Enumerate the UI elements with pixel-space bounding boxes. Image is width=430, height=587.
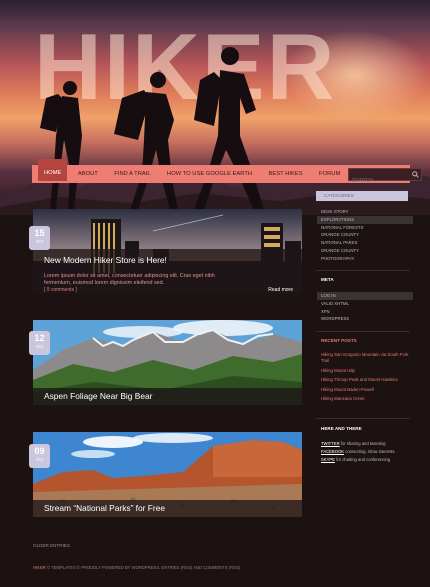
recent-posts-list: Hiking San Gorgonio Mountain via South F…: [321, 352, 413, 406]
nav-item-google-earth[interactable]: HOW TO USE GOOGLE EARTH: [161, 165, 258, 183]
post-date-month: Oct: [35, 239, 43, 244]
categories-header: CATEGORIES: [316, 191, 408, 201]
post-date-day: 15: [34, 228, 45, 238]
divider: [316, 270, 410, 271]
skype-desc: for chatting and conferencing: [336, 456, 391, 462]
post-comments-link[interactable]: [ 9 comments ]: [44, 287, 77, 293]
footer: HIKER © TEMPLATES © PROUDLY POWERED BY W…: [33, 565, 240, 570]
footer-brand: HIKER: [33, 565, 46, 570]
read-more-link[interactable]: Read more: [268, 287, 293, 293]
post-card: New Modern Hiker Store is Here! Lorem ip…: [33, 209, 302, 294]
categories-list: DESK STORY EXPLORATIONS NATIONAL FORESTS…: [317, 208, 413, 263]
search-box: [348, 168, 422, 187]
post-date-badge: 09 Oct: [29, 444, 50, 468]
category-item[interactable]: PHOTOGRAPHY: [321, 255, 413, 263]
meta-list: LOG IN VALID XHTML XFN WORDPRESS: [317, 292, 413, 323]
recent-post-link[interactable]: Hiking San Gorgonio Mountain via South F…: [321, 352, 413, 368]
footer-text: © TEMPLATES © PROUDLY POWERED BY WORDPRE…: [46, 565, 241, 570]
nav-item-best-hikes[interactable]: BEST HIKES: [263, 165, 309, 183]
post-date-day: 09: [34, 446, 45, 456]
twitter-desc: for sharing and tweeting: [340, 441, 386, 446]
post-title[interactable]: Aspen Foliage Near Big Bear: [44, 391, 152, 401]
category-item[interactable]: EXPLORATIONS: [317, 215, 413, 224]
post-date-day: 12: [34, 333, 45, 343]
older-entries-link[interactable]: OLDER ENTRIES: [33, 543, 70, 548]
post-date-badge: 12 Oct: [29, 331, 50, 355]
social-link-skype: SKYPE for chatting and conferencing: [321, 456, 411, 464]
nav-item-find-a-trail[interactable]: FIND A TRAIL: [108, 165, 156, 183]
post-title[interactable]: Stream “National Parks” for Free: [44, 503, 165, 513]
post-date-month: Oct: [35, 457, 43, 462]
recent-post-link[interactable]: Hiking Mount Baden-Powell: [321, 387, 413, 397]
category-item[interactable]: ORANGE COUNTY: [321, 247, 413, 255]
twitter-link[interactable]: TWITTER: [321, 441, 340, 446]
category-item[interactable]: DESK STORY: [321, 208, 413, 216]
social-link-facebook: FACEBOOK connecting, show interests: [321, 448, 411, 456]
skype-link[interactable]: SKYPE: [321, 457, 335, 462]
post-date-month: Oct: [35, 344, 43, 349]
social-link-twitter: TWITTER for sharing and tweeting: [321, 440, 411, 448]
post-date-badge: 15 Oct: [29, 226, 50, 250]
category-item[interactable]: NATIONAL PARKS: [321, 239, 413, 247]
recent-post-link[interactable]: Hiking Manzana Creek: [321, 396, 413, 406]
categories-title: CATEGORIES: [324, 193, 354, 198]
nav-item-about[interactable]: ABOUT: [72, 165, 104, 183]
meta-item-xfn[interactable]: XFN: [321, 308, 413, 316]
hikers-silhouette: [40, 47, 264, 210]
recent-posts-title: RECENT POSTS: [321, 338, 357, 343]
meta-item-wordpress[interactable]: WORDPRESS: [321, 315, 413, 323]
post-caption: Aspen Foliage Near Big Bear: [33, 388, 302, 405]
meta-title: META: [321, 277, 334, 282]
post-card: Aspen Foliage Near Big Bear: [33, 320, 302, 405]
category-item[interactable]: ORANGE COUNTY: [321, 231, 413, 239]
post-caption: New Modern Hiker Store is Here! Lorem ip…: [33, 249, 302, 294]
recent-post-link[interactable]: Hiking Mount Islip: [321, 368, 413, 378]
divider: [316, 418, 410, 419]
main-navigation: HOME ABOUT FIND A TRAIL HOW TO USE GOOGL…: [32, 159, 422, 187]
category-item[interactable]: NATIONAL FORESTS: [321, 224, 413, 232]
divider: [316, 331, 410, 332]
facebook-link[interactable]: FACEBOOK: [321, 449, 344, 454]
post-title[interactable]: New Modern Hiker Store is Here!: [44, 255, 167, 265]
here-and-there-title: HERE AND THERE: [321, 426, 362, 431]
post-excerpt: Lorem ipsum dolor sit amet, consectetuer…: [44, 273, 215, 286]
nav-item-home[interactable]: HOME: [38, 159, 68, 181]
facebook-desc: connecting, show interests: [345, 448, 395, 454]
post-card: Stream “National Parks” for Free: [33, 432, 302, 517]
recent-post-link[interactable]: Hiking Throop Peak and Mount Hawkins: [321, 377, 413, 387]
search-input[interactable]: [349, 175, 413, 187]
social-links: TWITTER for sharing and tweeting FACEBOO…: [321, 440, 411, 463]
meta-item-xhtml[interactable]: VALID XHTML: [321, 300, 413, 308]
post-caption: Stream “National Parks” for Free: [33, 500, 302, 517]
nav-item-forum[interactable]: FORUM: [313, 165, 346, 183]
search-icon[interactable]: [412, 171, 419, 178]
meta-item-login[interactable]: LOG IN: [317, 292, 413, 300]
